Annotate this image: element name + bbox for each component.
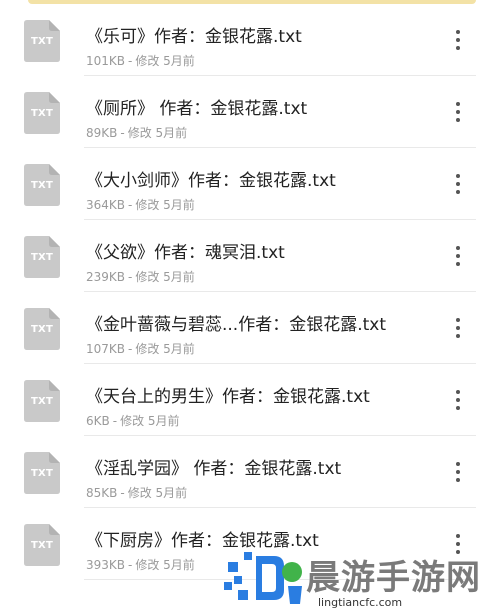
file-extension-label: TXT	[31, 468, 53, 479]
file-name: 《天台上的男生》作者：金银花露.txt	[86, 387, 370, 407]
file-meta: 364KB - 修改 5月前	[86, 196, 195, 213]
meta-separator: -	[120, 126, 125, 140]
file-size: 101KB	[86, 54, 126, 68]
file-extension-label: TXT	[31, 252, 53, 263]
file-size: 6KB	[86, 414, 110, 428]
more-vertical-icon	[456, 174, 460, 194]
meta-separator: -	[128, 558, 133, 572]
more-vertical-icon	[456, 462, 460, 482]
file-extension-label: TXT	[31, 180, 53, 191]
txt-file-icon: TXT	[24, 20, 60, 62]
file-size: 239KB	[86, 270, 126, 284]
more-vertical-icon	[456, 102, 460, 122]
file-name: 《乐可》作者：金银花露.txt	[86, 27, 302, 47]
more-vertical-icon	[456, 390, 460, 410]
more-options-button[interactable]	[448, 170, 468, 198]
file-size: 393KB	[86, 558, 126, 572]
meta-separator: -	[128, 198, 133, 212]
file-meta: 393KB - 修改 5月前	[86, 556, 195, 573]
file-modified: 修改 5月前	[127, 486, 188, 500]
txt-file-icon: TXT	[24, 92, 60, 134]
more-vertical-icon	[456, 30, 460, 50]
more-vertical-icon	[456, 318, 460, 338]
txt-file-icon: TXT	[24, 308, 60, 350]
file-meta: 239KB - 修改 5月前	[86, 268, 195, 285]
more-options-button[interactable]	[448, 314, 468, 342]
more-options-button[interactable]	[448, 458, 468, 486]
file-row[interactable]: TXT 《父欲》作者：魂冥泪.txt 239KB - 修改 5月前	[0, 220, 500, 292]
file-modified: 修改 5月前	[135, 54, 195, 68]
file-row[interactable]: TXT 《天台上的男生》作者：金银花露.txt 6KB - 修改 5月前	[0, 364, 500, 436]
file-extension-label: TXT	[31, 324, 53, 335]
txt-file-icon: TXT	[24, 380, 60, 422]
file-modified: 修改 5月前	[127, 126, 188, 140]
file-meta: 6KB - 修改 5月前	[86, 412, 180, 429]
file-meta: 107KB - 修改 5月前	[86, 340, 195, 357]
file-name: 《大小剑师》作者：金银花露.txt	[86, 171, 336, 191]
file-modified: 修改 5月前	[135, 342, 195, 356]
file-extension-label: TXT	[31, 396, 53, 407]
file-modified: 修改 5月前	[135, 198, 195, 212]
file-name: 《父欲》作者：魂冥泪.txt	[86, 243, 285, 263]
file-size: 107KB	[86, 342, 126, 356]
watermark-logo-icon	[224, 552, 302, 604]
file-name: 《金叶蔷薇与碧蕊...作者：金银花露.txt	[86, 315, 387, 335]
file-extension-label: TXT	[31, 36, 53, 47]
meta-separator: -	[120, 486, 125, 500]
file-modified: 修改 5月前	[120, 414, 180, 428]
file-size: 89KB	[86, 126, 118, 140]
txt-file-icon: TXT	[24, 452, 60, 494]
file-row[interactable]: TXT 《乐可》作者：金银花露.txt 101KB - 修改 5月前	[0, 4, 500, 76]
meta-separator: -	[128, 342, 133, 356]
file-size: 85KB	[86, 486, 118, 500]
more-options-button[interactable]	[448, 26, 468, 54]
meta-separator: -	[112, 414, 118, 428]
txt-file-icon: TXT	[24, 164, 60, 206]
file-row[interactable]: TXT 《大小剑师》作者：金银花露.txt 364KB - 修改 5月前	[0, 148, 500, 220]
txt-file-icon: TXT	[24, 524, 60, 566]
more-vertical-icon	[456, 246, 460, 266]
file-extension-label: TXT	[31, 540, 53, 551]
file-extension-label: TXT	[31, 108, 53, 119]
more-options-button[interactable]	[448, 386, 468, 414]
meta-separator: -	[128, 270, 133, 284]
file-modified: 修改 5月前	[135, 270, 195, 284]
file-meta: 89KB - 修改 5月前	[86, 124, 187, 141]
watermark-url: lingtiancfc.com	[318, 596, 403, 609]
file-row[interactable]: TXT 《淫乱学园》 作者：金银花露.txt 85KB - 修改 5月前	[0, 436, 500, 508]
file-row[interactable]: TXT 《金叶蔷薇与碧蕊...作者：金银花露.txt 107KB - 修改 5月前	[0, 292, 500, 364]
file-name: 《淫乱学园》 作者：金银花露.txt	[86, 459, 342, 479]
more-options-button[interactable]	[448, 98, 468, 126]
file-meta: 101KB - 修改 5月前	[86, 52, 195, 69]
more-options-button[interactable]	[448, 242, 468, 270]
file-meta: 85KB - 修改 5月前	[86, 484, 187, 501]
file-modified: 修改 5月前	[135, 558, 195, 572]
file-name: 《厕所》 作者：金银花露.txt	[86, 99, 308, 119]
file-row[interactable]: TXT 《厕所》 作者：金银花露.txt 89KB - 修改 5月前	[0, 76, 500, 148]
txt-file-icon: TXT	[24, 236, 60, 278]
watermark-text: 晨游手游网	[306, 558, 481, 598]
file-size: 364KB	[86, 198, 126, 212]
watermark: 晨游手游网 lingtiancfc.com	[222, 542, 500, 614]
meta-separator: -	[128, 54, 133, 68]
